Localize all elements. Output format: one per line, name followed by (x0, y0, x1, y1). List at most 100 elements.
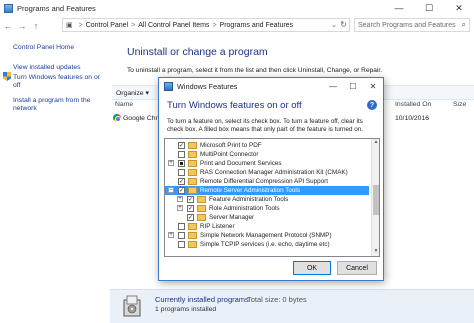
programs-and-features-icon (4, 3, 13, 13)
search-placeholder: Search Programs and Features (358, 21, 456, 29)
breadcrumb-control-panel[interactable]: Control Panel (86, 22, 128, 29)
feature-row[interactable]: + ✓ Role Administration Tools (165, 204, 369, 213)
view-installed-updates-link[interactable]: View installed updates (13, 64, 81, 72)
windows-features-dialog: Windows Features — ☐ ✕ Turn Windows feat… (158, 77, 384, 281)
left-task-pane: Control Panel Home View installed update… (0, 35, 112, 295)
status-program-count: 1 programs installed (155, 306, 217, 313)
scroll-down-icon[interactable]: ▼ (372, 248, 379, 256)
install-from-network-link[interactable]: Install a program from the network (13, 97, 108, 113)
feature-checkbox[interactable]: ✓ (178, 186, 185, 194)
close-button[interactable]: ✕ (444, 0, 474, 16)
column-header-installed-on[interactable]: Installed On (395, 101, 431, 108)
back-arrow-icon[interactable]: ← (2, 20, 14, 32)
dialog-heading: Turn Windows features on or off (167, 100, 302, 111)
feature-label: Role Administration Tools (209, 204, 280, 212)
feature-row[interactable]: + Simple Network Management Protocol (SN… (165, 231, 369, 240)
expand-icon[interactable]: + (168, 160, 174, 166)
feature-checkbox[interactable] (178, 150, 185, 158)
folder-icon (188, 168, 197, 176)
help-icon[interactable]: ? (367, 100, 377, 110)
feature-checkbox[interactable] (178, 159, 185, 167)
dialog-description: To turn a feature on, select its check b… (167, 118, 364, 134)
feature-checkbox[interactable]: ✓ (187, 204, 194, 212)
refresh-icon[interactable]: ↻ (340, 20, 347, 29)
feature-checkbox[interactable]: ✓ (178, 177, 185, 185)
minimize-button[interactable]: — (384, 0, 414, 16)
shield-icon (3, 72, 11, 81)
expand-icon[interactable]: + (177, 196, 183, 202)
cancel-button[interactable]: Cancel (337, 261, 377, 275)
dialog-titlebar: Windows Features — ☐ ✕ (159, 78, 383, 94)
feature-row[interactable]: RIP Listener (165, 222, 369, 231)
scrollbar-thumb[interactable] (373, 185, 379, 215)
turn-windows-features-link[interactable]: Turn Windows features on or off (13, 74, 108, 90)
folder-icon (188, 240, 197, 248)
feature-label: Server Manager (209, 213, 255, 221)
feature-label: Remote Differential Compression API Supp… (200, 177, 328, 185)
control-panel-home-link[interactable]: Control Panel Home (13, 44, 74, 52)
feature-checkbox[interactable]: ✓ (187, 213, 194, 221)
feature-checkbox[interactable]: ✓ (178, 141, 185, 149)
feature-label: Microsoft Print to PDF (200, 141, 262, 149)
feature-row[interactable]: + ✓ Feature Administration Tools (165, 195, 369, 204)
feature-row[interactable]: MultiPoint Connector (165, 150, 369, 159)
scroll-up-icon[interactable]: ▲ (372, 139, 379, 147)
breadcrumb-separator: > (131, 21, 136, 29)
address-bar[interactable]: ▣ > Control Panel > All Control Panel It… (62, 18, 350, 32)
page-title: Uninstall or change a program (127, 46, 268, 58)
feature-row[interactable]: Simple TCPIP services (i.e. echo, daytim… (165, 240, 369, 249)
feature-row[interactable]: RAS Connection Manager Administration Ki… (165, 168, 369, 177)
feature-checkbox[interactable] (178, 240, 185, 248)
collapse-icon[interactable]: − (168, 187, 174, 193)
folder-icon (188, 222, 197, 230)
feature-row[interactable]: ✓ Remote Differential Compression API Su… (165, 177, 369, 186)
folder-icon (197, 204, 206, 212)
feature-checkbox[interactable] (178, 168, 185, 176)
feature-row[interactable]: ✓ Server Manager (165, 213, 369, 222)
search-input[interactable]: Search Programs and Features ⌕ (354, 18, 470, 32)
windows-features-icon (164, 81, 173, 91)
feature-row[interactable]: + Print and Document Services (165, 159, 369, 168)
folder-icon (188, 159, 197, 167)
feature-checkbox[interactable] (178, 222, 185, 230)
folder-icon (188, 141, 197, 149)
features-scrollbar[interactable]: ▲ ▼ (371, 139, 379, 256)
feature-label: Simple TCPIP services (i.e. echo, daytim… (200, 240, 330, 248)
ok-button[interactable]: OK (293, 261, 331, 275)
folder-icon (188, 186, 197, 194)
maximize-button[interactable]: ☐ (414, 0, 444, 16)
feature-label: Simple Network Management Protocol (SNMP… (200, 231, 332, 239)
column-header-name[interactable]: Name (115, 101, 133, 108)
feature-label: Feature Administration Tools (209, 195, 289, 203)
dialog-close-button[interactable]: ✕ (363, 78, 383, 94)
program-installed-on: 10/10/2016 (395, 115, 430, 122)
window-controls: — ☐ ✕ (384, 0, 474, 16)
feature-label: RIP Listener (200, 222, 235, 230)
expand-icon[interactable]: + (177, 205, 183, 211)
dialog-minimize-button[interactable]: — (323, 78, 343, 94)
dialog-title: Windows Features (177, 81, 238, 91)
feature-checkbox[interactable] (178, 231, 185, 239)
folder-icon (188, 150, 197, 158)
page-description: To uninstall a program, select it from t… (127, 67, 383, 74)
up-arrow-icon[interactable]: ↑ (30, 20, 42, 32)
search-icon[interactable]: ⌕ (462, 20, 466, 30)
feature-checkbox[interactable]: ✓ (187, 195, 194, 203)
breadcrumb-programs-and-features[interactable]: Programs and Features (220, 22, 294, 29)
feature-label: Remote Server Administration Tools (200, 186, 300, 194)
breadcrumb-all-items[interactable]: All Control Panel Items (138, 22, 209, 29)
chevron-down-icon[interactable]: ⌄ (331, 21, 337, 29)
feature-row[interactable]: ✓ Microsoft Print to PDF (165, 141, 369, 150)
details-pane: Currently installed programs Total size:… (110, 289, 474, 323)
feature-row-selected[interactable]: − ✓ Remote Server Administration Tools (165, 186, 369, 195)
expand-icon[interactable]: + (168, 232, 174, 238)
status-total-size: Total size: 0 bytes (247, 295, 307, 304)
forward-arrow-icon[interactable]: → (16, 20, 28, 32)
breadcrumb-separator: > (78, 21, 83, 29)
column-header-size[interactable]: Size (453, 101, 466, 108)
features-tree: ✓ Microsoft Print to PDF MultiPoint Conn… (164, 138, 380, 257)
window-titlebar: Programs and Features — ☐ ✕ (0, 0, 474, 16)
organize-button[interactable]: Organize ▾ (116, 89, 149, 97)
folder-icon (197, 213, 206, 221)
dialog-maximize-button[interactable]: ☐ (343, 78, 363, 94)
